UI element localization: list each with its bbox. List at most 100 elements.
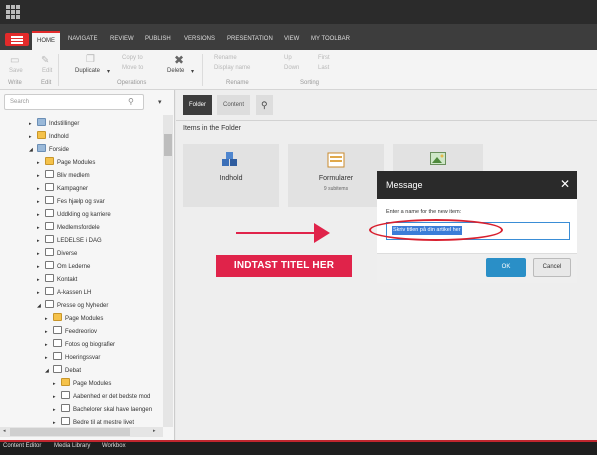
page-icon	[53, 352, 62, 360]
tree-item[interactable]: ▸ A-kassen LH	[37, 287, 91, 300]
tree-item[interactable]: ▸ Uddkling og karriere	[37, 209, 111, 222]
delete-button[interactable]: Delete	[167, 68, 184, 74]
tree-item[interactable]: ◢ Debat	[45, 365, 81, 378]
folder-item-card[interactable]: Formularer 9 subitems	[288, 144, 384, 207]
search-icon[interactable]: ⚲	[128, 97, 134, 106]
collapse-icon[interactable]: ◢	[29, 144, 37, 157]
tab-folder[interactable]: Folder	[183, 95, 213, 115]
tree-item[interactable]: ▸ Kampagner	[37, 183, 88, 196]
edit-group-label: Edit	[41, 80, 52, 86]
tree-item[interactable]: ▸ Diverse	[37, 248, 77, 261]
top-bar	[0, 0, 597, 24]
tree-item-label: Presse og Nyheder	[57, 303, 109, 309]
tree-item[interactable]: ◢ Forside	[29, 144, 69, 157]
expand-icon[interactable]: ▸	[37, 248, 45, 261]
expand-icon[interactable]: ▸	[37, 261, 45, 274]
search-tab-icon[interactable]: ⚲	[256, 95, 273, 115]
tree-item[interactable]: ▸ Page Modules	[45, 313, 103, 326]
save-button[interactable]: Save	[9, 68, 23, 74]
cancel-button[interactable]: Cancel	[533, 258, 571, 277]
expand-icon[interactable]: ▸	[37, 170, 45, 183]
tree-item[interactable]: ▸ Kontakt	[37, 274, 77, 287]
tree-item[interactable]: ▸ Medlemsfordele	[37, 222, 100, 235]
tab-content-editor[interactable]: Content Editor	[3, 443, 41, 449]
tree-horizontal-scrollbar[interactable]	[0, 427, 163, 437]
tree-item[interactable]: ▸ Page Modules	[53, 378, 111, 391]
scroll-left-icon[interactable]: ◂	[3, 428, 6, 434]
move-to-button[interactable]: Move to	[122, 65, 143, 71]
tree-item[interactable]: ▸ Indstillinger	[29, 118, 79, 131]
tab-my-toolbar[interactable]: MY TOOLBAR	[311, 31, 350, 50]
expand-icon[interactable]: ▸	[53, 404, 61, 417]
expand-icon[interactable]: ▸	[29, 118, 37, 131]
tree-item[interactable]: ▸ Bliv medlem	[37, 170, 90, 183]
scroll-right-icon[interactable]: ▸	[153, 428, 156, 434]
duplicate-button[interactable]: Duplicate	[75, 68, 100, 74]
page-icon	[45, 209, 54, 217]
expand-icon[interactable]: ▸	[45, 313, 53, 326]
first-button[interactable]: First	[318, 55, 330, 61]
display-name-button[interactable]: Display name	[214, 65, 250, 71]
tree-item[interactable]: ▸ Om Lederne	[37, 261, 90, 274]
tree-item[interactable]: ▸ Indhold	[29, 131, 69, 144]
collapse-icon[interactable]: ◢	[37, 300, 45, 313]
search-dropdown-icon[interactable]: ▾	[158, 98, 162, 106]
expand-icon[interactable]: ▸	[53, 378, 61, 391]
duplicate-dropdown-icon[interactable]: ▾	[107, 68, 110, 75]
expand-icon[interactable]: ▸	[45, 352, 53, 365]
expand-icon[interactable]: ▸	[53, 391, 61, 404]
tab-view[interactable]: VIEW	[284, 31, 299, 50]
expand-icon[interactable]: ▸	[29, 131, 37, 144]
tab-home[interactable]: HOME	[32, 31, 60, 50]
tree-item-label: Bliv medlem	[57, 173, 90, 179]
tab-workbox[interactable]: Workbox	[102, 443, 126, 449]
annotation-arrow	[236, 232, 316, 234]
tab-presentation[interactable]: PRESENTATION	[227, 31, 273, 50]
expand-icon[interactable]: ▸	[37, 209, 45, 222]
tree-item[interactable]: ▸ Feedreoriov	[45, 326, 97, 339]
expand-icon[interactable]: ▸	[37, 235, 45, 248]
expand-icon[interactable]: ▸	[37, 157, 45, 170]
up-button[interactable]: Up	[284, 55, 292, 61]
tree-item[interactable]: ▸ Page Modules	[37, 157, 95, 170]
tab-media-library[interactable]: Media Library	[54, 443, 90, 449]
menu-icon[interactable]	[5, 33, 29, 46]
launchpad-icon[interactable]	[6, 5, 20, 19]
tree-item-label: Uddkling og karriere	[57, 212, 111, 218]
rename-button[interactable]: Rename	[214, 55, 237, 61]
tree-item[interactable]: ▸ Aabenhed er det bedste mod	[53, 391, 150, 404]
scrollbar-thumb[interactable]	[164, 134, 172, 156]
last-button[interactable]: Last	[318, 65, 329, 71]
expand-icon[interactable]: ▸	[37, 274, 45, 287]
tab-publish[interactable]: PUBLISH	[145, 31, 171, 50]
expand-icon[interactable]: ▸	[45, 326, 53, 339]
page-icon	[61, 417, 70, 425]
close-icon[interactable]: ✕	[560, 177, 570, 191]
search-input[interactable]: Search ⚲	[4, 94, 144, 110]
scrollbar-thumb[interactable]	[10, 428, 130, 436]
tab-navigate[interactable]: NAVIGATE	[68, 31, 97, 50]
tree-item[interactable]: ▸ LEDELSE i DAG	[37, 235, 102, 248]
ok-button[interactable]: OK	[486, 258, 526, 277]
expand-icon[interactable]: ▸	[37, 183, 45, 196]
edit-button[interactable]: Edit	[42, 68, 52, 74]
tab-review[interactable]: REVIEW	[110, 31, 134, 50]
tree-item[interactable]: ▸ Bachelorer skal have laengen	[53, 404, 152, 417]
tree-item[interactable]: ▸ Fes hjælp og svar	[37, 196, 105, 209]
expand-icon[interactable]: ▸	[37, 196, 45, 209]
folder-item-card[interactable]: Indhold	[183, 144, 279, 207]
expand-icon[interactable]: ▸	[37, 287, 45, 300]
tab-versions[interactable]: VERSIONS	[184, 31, 215, 50]
page-icon	[45, 287, 54, 295]
tree-item[interactable]: ◢ Presse og Nyheder	[37, 300, 108, 313]
copy-to-button[interactable]: Copy to	[122, 55, 143, 61]
delete-dropdown-icon[interactable]: ▾	[191, 68, 194, 75]
expand-icon[interactable]: ▸	[45, 339, 53, 352]
tree-item[interactable]: ▸ Fotos og biografier	[45, 339, 115, 352]
expand-icon[interactable]: ▸	[37, 222, 45, 235]
tree-item[interactable]: ▸ Hoeringssvar	[45, 352, 100, 365]
tree-vertical-scrollbar[interactable]	[163, 115, 173, 427]
collapse-icon[interactable]: ◢	[45, 365, 53, 378]
tab-content[interactable]: Content	[217, 95, 251, 115]
down-button[interactable]: Down	[284, 65, 299, 71]
